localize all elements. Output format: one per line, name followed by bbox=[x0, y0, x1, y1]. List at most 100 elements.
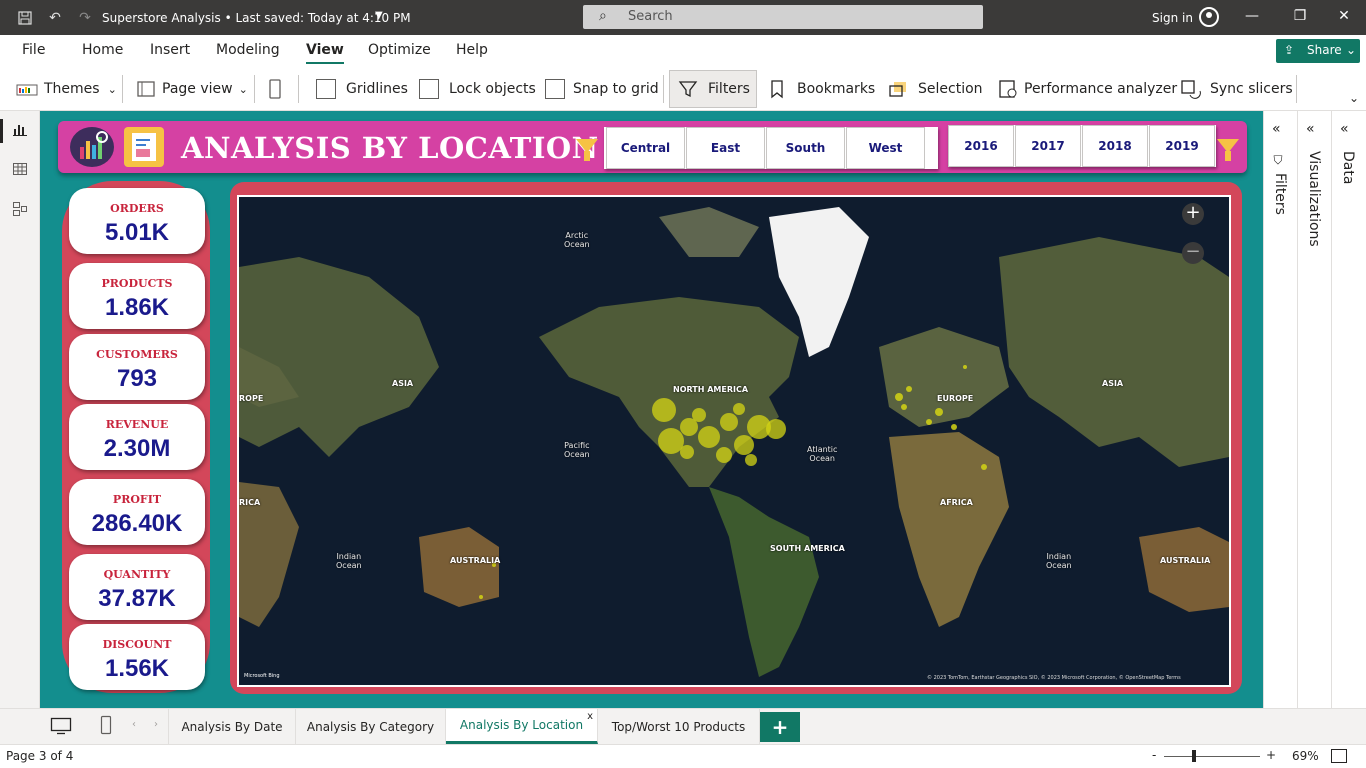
expand-data-icon[interactable]: « bbox=[1340, 121, 1349, 137]
menu-view[interactable]: View bbox=[306, 42, 344, 64]
search-input[interactable]: ⌕ Search bbox=[583, 5, 983, 29]
kpi-card-discount[interactable]: DISCOUNT 1.56K bbox=[69, 624, 205, 690]
menu-optimize[interactable]: Optimize bbox=[368, 42, 431, 58]
region-south-button[interactable]: South bbox=[766, 127, 845, 169]
kpi-card-profit[interactable]: PROFIT 286.40K bbox=[69, 479, 205, 545]
filters-button[interactable]: Filters bbox=[678, 67, 750, 111]
themes-button[interactable]: Themes ⌄ bbox=[16, 67, 117, 111]
map-label-africa: RICA bbox=[239, 498, 261, 507]
region-west-button[interactable]: West bbox=[846, 127, 925, 169]
kpi-label: PROFIT bbox=[112, 493, 162, 506]
map-label-indian-ocean: Indian Ocean bbox=[1046, 552, 1072, 570]
kpi-card-revenue[interactable]: REVENUE 2.30M bbox=[69, 404, 205, 470]
tab-analysis-by-date[interactable]: Analysis By Date bbox=[168, 709, 296, 744]
zoom-in-icon[interactable]: + bbox=[1266, 748, 1276, 762]
sync-slicers-button[interactable]: Sync slicers bbox=[1180, 67, 1293, 111]
menu-file[interactable]: File bbox=[22, 42, 45, 58]
year-2019-button[interactable]: 2019 bbox=[1149, 125, 1215, 167]
map-attribution[interactable]: © 2023 TomTom, Earthstar Geographics SIO… bbox=[927, 675, 1181, 681]
model-view-icon[interactable] bbox=[10, 201, 30, 221]
performance-analyzer-button[interactable]: Performance analyzer bbox=[998, 67, 1177, 111]
snap-to-grid-checkbox[interactable]: Snap to grid bbox=[545, 67, 659, 111]
map-label-indian-ocean: Indian Ocean bbox=[336, 552, 362, 570]
menu-home[interactable]: Home bbox=[82, 42, 123, 58]
tab-top-worst-10-products[interactable]: Top/Worst 10 Products bbox=[598, 709, 760, 744]
filter-funnel-icon[interactable] bbox=[576, 139, 598, 161]
gridlines-checkbox[interactable]: Gridlines bbox=[316, 67, 408, 111]
ribbon-collapse-icon[interactable]: ⌄ bbox=[1349, 91, 1359, 105]
fit-to-page-icon[interactable] bbox=[1331, 749, 1347, 763]
region-central-button[interactable]: Central bbox=[606, 127, 685, 169]
kpi-card-orders[interactable]: ORDERS 5.01K bbox=[69, 188, 205, 254]
location-map[interactable]: Arctic Ocean NORTH AMERICA Pacific Ocean A… bbox=[239, 197, 1229, 685]
data-pane[interactable]: « Data bbox=[1331, 111, 1366, 708]
gridlines-check-box[interactable] bbox=[316, 79, 336, 99]
status-bar: Page 3 of 4 - + 69% bbox=[0, 744, 1366, 768]
undo-icon[interactable]: ↶ bbox=[45, 8, 65, 28]
kpi-label: CUSTOMERS bbox=[96, 348, 178, 361]
kpi-label: QUANTITY bbox=[103, 568, 171, 581]
zoom-slider-thumb[interactable] bbox=[1192, 750, 1196, 762]
page-view-button[interactable]: Page view ⌄ bbox=[136, 67, 248, 111]
year-2017-button[interactable]: 2017 bbox=[1015, 125, 1081, 167]
map-label-europe: EUROPE bbox=[937, 394, 974, 403]
year-2016-button[interactable]: 2016 bbox=[948, 125, 1014, 167]
kpi-card-customers[interactable]: CUSTOMERS 793 bbox=[69, 334, 205, 400]
restore-icon[interactable]: ❐ bbox=[1290, 8, 1310, 28]
redo-icon[interactable]: ↷ bbox=[75, 8, 95, 28]
minimize-icon[interactable]: — bbox=[1242, 8, 1262, 28]
expand-filters-icon[interactable]: « bbox=[1272, 121, 1281, 137]
performance-analyzer-icon bbox=[999, 80, 1017, 98]
selection-button[interactable]: Selection bbox=[888, 67, 983, 111]
menu-insert[interactable]: Insert bbox=[150, 42, 190, 58]
tab-scroll-left-icon[interactable]: ‹ bbox=[132, 719, 136, 730]
title-dropdown-icon[interactable]: ▼ bbox=[375, 10, 383, 21]
lock-objects-checkbox[interactable]: Lock objects bbox=[419, 67, 536, 111]
desktop-layout-icon[interactable] bbox=[50, 717, 72, 739]
kpi-card-quantity[interactable]: QUANTITY 37.87K bbox=[69, 554, 205, 620]
snap-to-grid-check-box[interactable] bbox=[545, 79, 565, 99]
visualizations-pane[interactable]: « Visualizations bbox=[1297, 111, 1331, 708]
bookmarks-button[interactable]: Bookmarks bbox=[770, 67, 875, 111]
filters-pane-label: Filters bbox=[1272, 173, 1288, 215]
sign-in-link[interactable]: Sign in bbox=[1152, 11, 1193, 25]
menu-help[interactable]: Help bbox=[456, 42, 488, 58]
year-2018-button[interactable]: 2018 bbox=[1082, 125, 1148, 167]
kpi-card-products[interactable]: PRODUCTS 1.86K bbox=[69, 263, 205, 329]
report-header: ANALYSIS BY LOCATION Central East South … bbox=[58, 121, 1247, 173]
tab-scroll-right-icon[interactable]: › bbox=[154, 719, 158, 730]
snap-to-grid-label: Snap to grid bbox=[573, 81, 659, 97]
expand-visualizations-icon[interactable]: « bbox=[1306, 121, 1315, 137]
add-page-button[interactable]: + bbox=[760, 712, 800, 742]
account-icon[interactable] bbox=[1199, 7, 1219, 27]
gridlines-label: Gridlines bbox=[346, 81, 408, 97]
region-east-button[interactable]: East bbox=[686, 127, 765, 169]
sync-slicers-icon bbox=[1181, 80, 1201, 99]
kpi-value: 2.30M bbox=[103, 435, 171, 462]
table-view-icon[interactable] bbox=[10, 161, 30, 181]
zoom-out-button[interactable]: − bbox=[1182, 242, 1204, 264]
filter-funnel-icon[interactable] bbox=[1217, 139, 1239, 161]
close-tab-icon[interactable]: x bbox=[587, 711, 593, 722]
map-label-atlantic-ocean: Atlantic Ocean bbox=[807, 445, 838, 463]
tab-analysis-by-location[interactable]: Analysis By Location x bbox=[446, 709, 598, 744]
kpi-value: 37.87K bbox=[98, 585, 176, 612]
menu-bar: File Home Insert Modeling View Optimize … bbox=[0, 35, 1366, 67]
mobile-layout-icon[interactable] bbox=[100, 715, 112, 739]
zoom-out-icon[interactable]: - bbox=[1152, 748, 1156, 762]
zoom-slider[interactable] bbox=[1164, 756, 1260, 757]
mobile-layout-button[interactable] bbox=[268, 67, 282, 111]
lock-objects-check-box[interactable] bbox=[419, 79, 439, 99]
share-button[interactable]: ⇪ Share ⌄ bbox=[1276, 39, 1360, 63]
filters-pane[interactable]: « ⛉ Filters bbox=[1263, 111, 1297, 708]
report-view-icon[interactable] bbox=[10, 121, 30, 141]
kpi-value: 1.56K bbox=[104, 655, 170, 682]
sync-slicers-label: Sync slicers bbox=[1210, 81, 1293, 97]
save-icon[interactable] bbox=[15, 8, 35, 28]
tab-analysis-by-category[interactable]: Analysis By Category bbox=[296, 709, 446, 744]
zoom-in-button[interactable]: + bbox=[1182, 203, 1204, 225]
menu-modeling[interactable]: Modeling bbox=[216, 42, 280, 58]
kpi-label: ORDERS bbox=[110, 202, 164, 215]
map-label-arctic-ocean: Arctic Ocean bbox=[564, 231, 590, 249]
close-icon[interactable]: ✕ bbox=[1334, 8, 1354, 28]
